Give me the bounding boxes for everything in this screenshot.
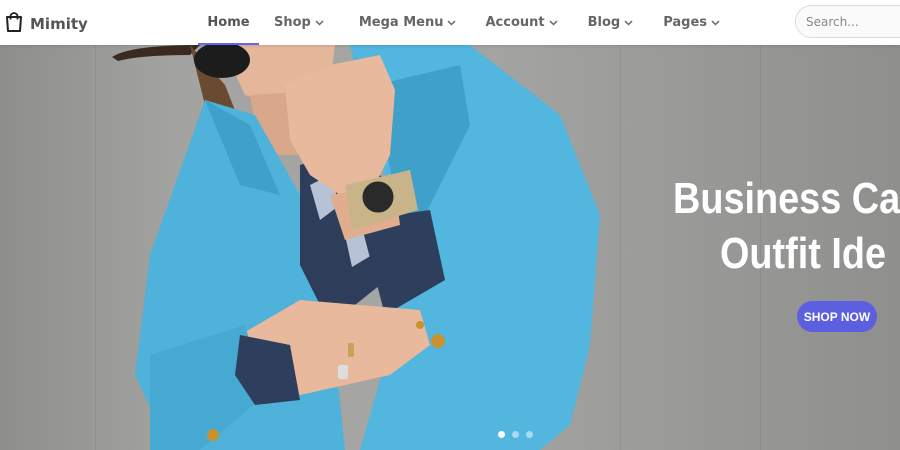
chevron-down-icon bbox=[711, 19, 720, 26]
nav-item-home[interactable]: Home bbox=[198, 0, 259, 45]
nav-item-pages[interactable]: Pages bbox=[663, 0, 720, 45]
slider-dot[interactable] bbox=[526, 431, 533, 438]
nav-item-account[interactable]: Account bbox=[485, 0, 558, 45]
hero-headline-line1: Business Ca bbox=[673, 174, 900, 223]
nav-item-shop[interactable]: Shop bbox=[274, 0, 324, 45]
chevron-down-icon bbox=[624, 19, 633, 26]
chevron-down-icon bbox=[549, 19, 558, 26]
slider-dot[interactable] bbox=[512, 431, 519, 438]
slider-dot[interactable] bbox=[498, 431, 505, 438]
hero-headline-line2: Outfit Ide bbox=[720, 229, 887, 278]
shopping-bag-icon bbox=[4, 11, 24, 37]
brand-logo[interactable]: Mimity bbox=[4, 11, 88, 37]
slider-pagination bbox=[498, 431, 533, 438]
shop-now-button[interactable]: SHOP NOW bbox=[797, 301, 877, 332]
nav-label: Blog bbox=[587, 15, 621, 30]
nav-label: Home bbox=[207, 15, 250, 30]
brand-name: Mimity bbox=[30, 15, 88, 33]
nav-item-blog[interactable]: Blog bbox=[588, 0, 634, 45]
search-input[interactable] bbox=[795, 5, 900, 38]
nav-label: Account bbox=[485, 15, 545, 30]
chevron-down-icon bbox=[447, 19, 457, 26]
nav-label: Mega Menu bbox=[358, 15, 444, 30]
nav-item-mega-menu[interactable]: Mega Menu bbox=[359, 0, 457, 45]
main-nav: Home Shop Mega Menu Account Blog Pages bbox=[198, 0, 720, 45]
chevron-down-icon bbox=[315, 19, 324, 26]
navbar: Mimity Home Shop Mega Menu Account Blog bbox=[0, 0, 900, 45]
nav-label: Pages bbox=[663, 15, 708, 30]
nav-label: Shop bbox=[274, 15, 311, 30]
hero-slider: Business Ca Outfit Ide SHOP NOW bbox=[0, 45, 900, 450]
